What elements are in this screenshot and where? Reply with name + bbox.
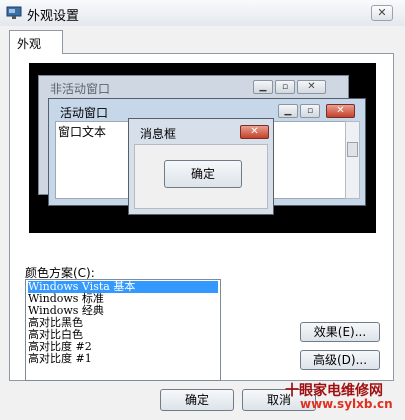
close-icon: ✕ <box>297 80 326 94</box>
minimize-icon: ▁ <box>253 80 273 94</box>
active-window-title: 活动窗口 <box>60 106 109 120</box>
display-settings-icon <box>6 6 22 19</box>
effects-button[interactable]: 效果(E)... <box>300 322 380 342</box>
window-text: 窗口文本 <box>58 125 107 139</box>
window-title: 外观设置 <box>27 9 80 24</box>
tab-appearance[interactable]: 外观 <box>9 30 63 54</box>
ok-button[interactable]: 确定 <box>160 389 234 411</box>
close-icon: ✕ <box>240 125 269 139</box>
close-button[interactable]: ✕ <box>371 5 393 21</box>
message-box-title: 消息框 <box>140 127 177 141</box>
maximize-icon: ▫ <box>275 80 295 94</box>
close-icon: ✕ <box>326 104 355 118</box>
maximize-icon: ▫ <box>300 104 320 118</box>
advanced-button[interactable]: 高级(D)... <box>300 350 380 370</box>
minimize-icon: ▁ <box>278 104 298 118</box>
preview-scrollbar <box>345 121 360 199</box>
message-box-ok-button: 确定 <box>164 160 242 188</box>
list-item[interactable]: 高对比度 #1 <box>28 353 218 365</box>
scrollbar-thumb <box>347 142 358 157</box>
watermark-url: www.sylxb.cn <box>300 397 393 411</box>
inactive-window-title: 非活动窗口 <box>50 82 111 96</box>
